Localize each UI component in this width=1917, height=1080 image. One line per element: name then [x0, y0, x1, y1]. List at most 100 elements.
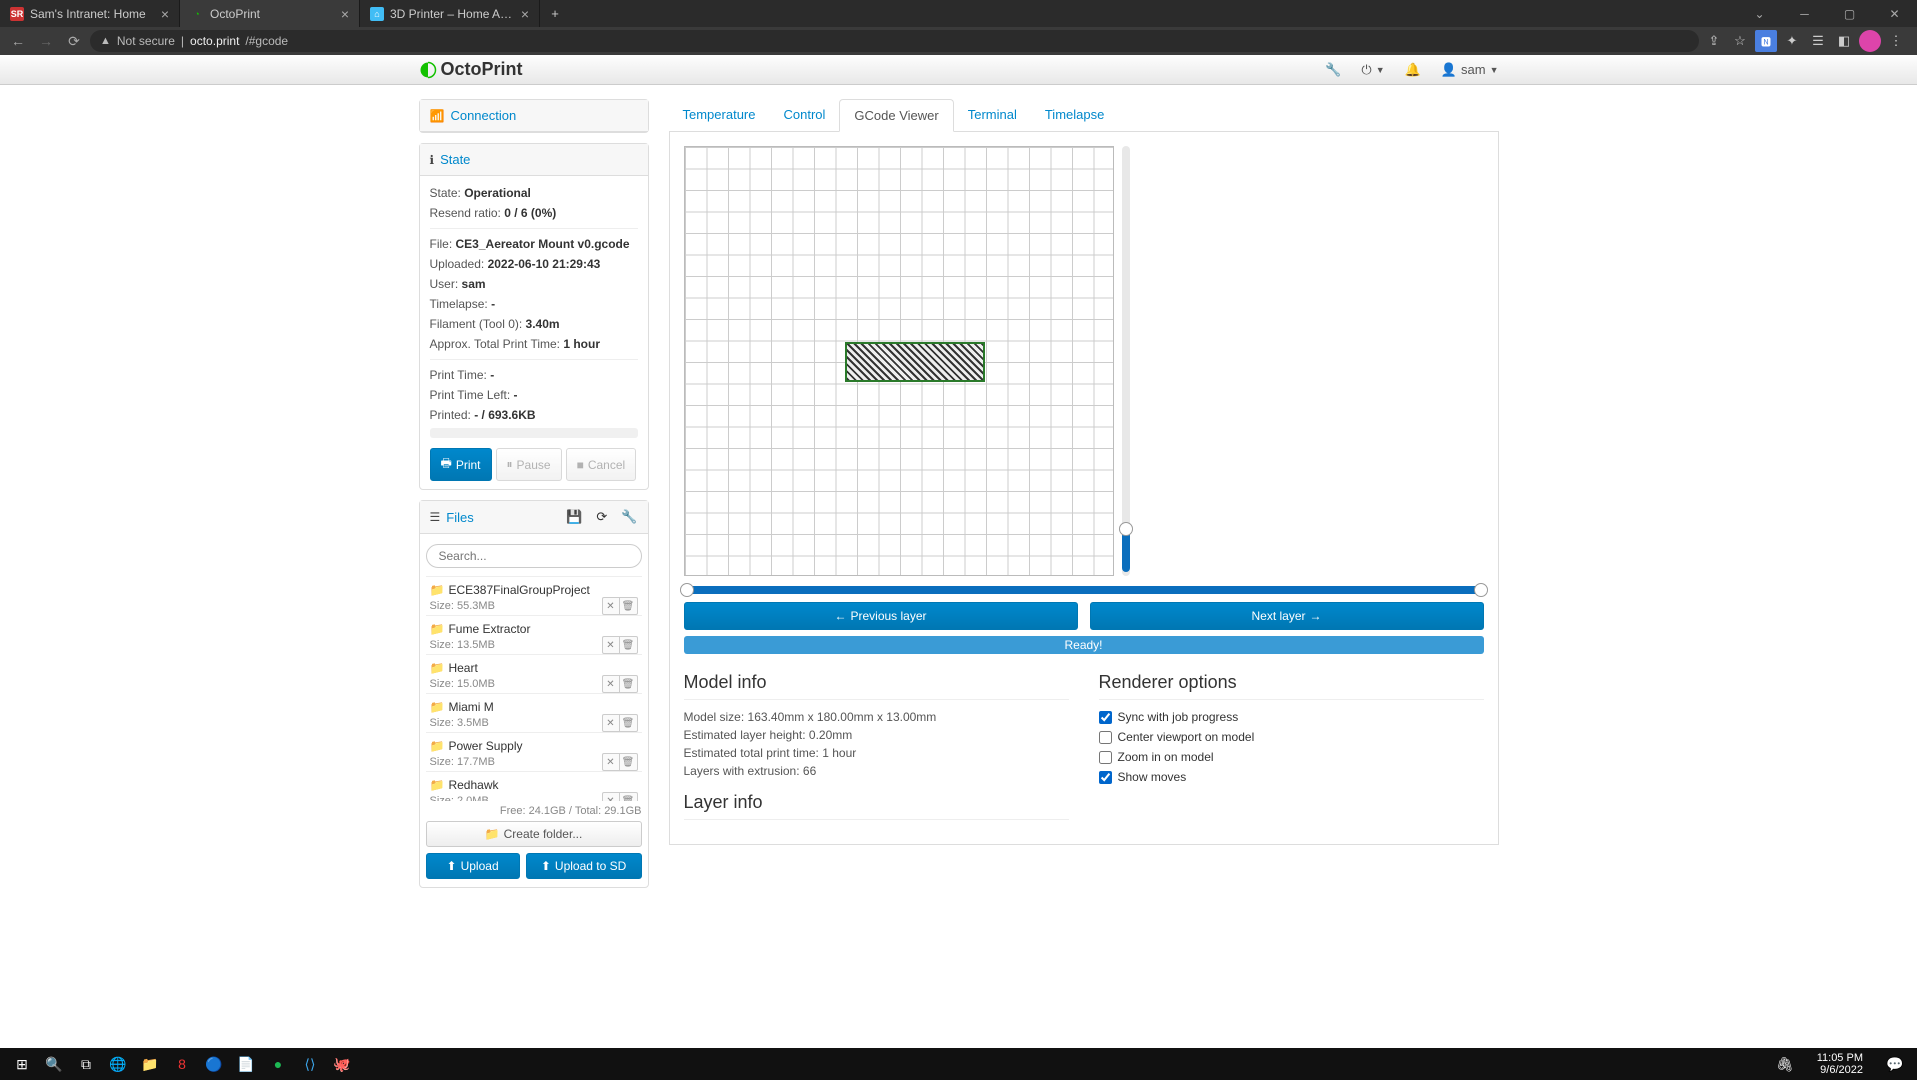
file-remove-icon[interactable]: ✕ — [602, 675, 620, 693]
system-menu[interactable]: ⏻ ▼ — [1361, 62, 1384, 78]
side-panel-icon[interactable]: ◧ — [1833, 30, 1855, 52]
file-delete-icon[interactable]: 🗑 — [620, 753, 638, 771]
reload-button[interactable]: ⟳ — [62, 29, 86, 53]
explorer-icon[interactable]: 📁 — [134, 1048, 166, 1080]
file-item[interactable]: 📁 Miami M Size: 3.5MB✕🗑 — [426, 694, 642, 733]
settings-button[interactable]: 🔧 — [1325, 62, 1341, 78]
file-item[interactable]: 📁 Fume Extractor Size: 13.5MB✕🗑 — [426, 616, 642, 655]
notifications-icon[interactable]: 💬 — [1879, 1048, 1911, 1080]
address-bar[interactable]: ▲ Not secure | octo.print/#gcode — [90, 30, 1699, 52]
center-checkbox[interactable]: Center viewport on model — [1099, 730, 1484, 744]
window-minimize-icon[interactable]: ─ — [1782, 0, 1827, 27]
upload-button[interactable]: ⬆ Upload — [426, 853, 520, 879]
profile-avatar[interactable] — [1859, 30, 1881, 52]
slider-thumb[interactable] — [1474, 583, 1488, 597]
tab-timelapse[interactable]: Timelapse — [1031, 99, 1118, 131]
file-item[interactable]: 📁 ECE387FinalGroupProject Size: 55.3MB✕🗑 — [426, 577, 642, 616]
notifications-button[interactable]: 🔔 — [1405, 62, 1421, 78]
new-tab-button[interactable]: + — [540, 0, 570, 27]
file-delete-icon[interactable]: 🗑 — [620, 675, 638, 693]
chrome-menu-icon[interactable]: ⋮ — [1885, 30, 1907, 52]
tab-temperature[interactable]: Temperature — [669, 99, 770, 131]
github-icon[interactable]: 🐙 — [326, 1048, 358, 1080]
wrench-icon[interactable]: 🔧 — [621, 509, 637, 525]
file-remove-icon[interactable]: ✕ — [602, 792, 620, 801]
upload-sd-button[interactable]: ⬆ Upload to SD — [526, 853, 642, 879]
zoom-checkbox[interactable]: Zoom in on model — [1099, 750, 1484, 764]
reading-list-icon[interactable]: ☰ — [1807, 30, 1829, 52]
gcode-canvas[interactable] — [684, 146, 1114, 576]
app-icon[interactable]: 8 — [166, 1048, 198, 1080]
browser-tab[interactable]: SR Sam's Intranet: Home × — [0, 0, 180, 27]
file-item[interactable]: 📁 Power Supply Size: 17.7MB✕🗑 — [426, 733, 642, 772]
system-clock[interactable]: 11:05 PM 9/6/2022 — [1809, 1052, 1871, 1076]
create-folder-button[interactable]: 📁 Create folder... — [426, 821, 642, 847]
cancel-button[interactable]: ■ Cancel — [566, 448, 637, 481]
checkbox-input[interactable] — [1099, 731, 1112, 744]
close-icon[interactable]: × — [521, 6, 529, 22]
browser-tab[interactable]: ⌂ 3D Printer – Home Assistant × — [360, 0, 540, 27]
gcode-model-preview — [845, 342, 985, 382]
file-size: Size: 2.0MB — [430, 795, 489, 801]
file-remove-icon[interactable]: ✕ — [602, 597, 620, 615]
tab-control[interactable]: Control — [769, 99, 839, 131]
next-layer-button[interactable]: Next layer → — [1090, 602, 1484, 630]
print-button[interactable]: 🖶 Print — [430, 448, 492, 481]
vscode-icon[interactable]: ⟨⟩ — [294, 1048, 326, 1080]
close-icon[interactable]: × — [341, 6, 349, 22]
file-delete-icon[interactable]: 🗑 — [620, 597, 638, 615]
window-close-icon[interactable]: ✕ — [1872, 0, 1917, 27]
edge-icon[interactable]: 🌐 — [102, 1048, 134, 1080]
extension-icon[interactable]: 🅽 — [1755, 30, 1777, 52]
browser-tab[interactable]: ◔ OctoPrint × — [180, 0, 360, 27]
print-icon: 🖶 — [441, 454, 452, 475]
file-delete-icon[interactable]: 🗑 — [620, 792, 638, 801]
user-menu[interactable]: 👤 sam ▼ — [1441, 62, 1499, 78]
checkbox-input[interactable] — [1099, 751, 1112, 764]
file-item[interactable]: 📁 Heart Size: 15.0MB✕🗑 — [426, 655, 642, 694]
tab-terminal[interactable]: Terminal — [954, 99, 1031, 131]
app-brand[interactable]: OctoPrint — [419, 59, 523, 80]
connection-heading[interactable]: 📶 Connection — [420, 100, 648, 132]
layer-horizontal-slider[interactable] — [684, 586, 1484, 594]
checkbox-input[interactable] — [1099, 711, 1112, 724]
back-button[interactable]: ← — [6, 29, 30, 53]
window-maximize-icon[interactable]: ▢ — [1827, 0, 1872, 27]
share-icon[interactable]: ⇪ — [1703, 30, 1725, 52]
file-remove-icon[interactable]: ✕ — [602, 714, 620, 732]
refresh-icon[interactable]: ⟳ — [596, 509, 607, 525]
tab-gcode-viewer[interactable]: GCode Viewer — [839, 99, 953, 132]
file-delete-icon[interactable]: 🗑 — [620, 636, 638, 654]
forward-button[interactable]: → — [34, 29, 58, 53]
window-dropdown-icon[interactable]: ⌄ — [1737, 0, 1782, 27]
extensions-icon[interactable]: ✦ — [1781, 30, 1803, 52]
sd-icon[interactable]: 💾 — [566, 509, 582, 525]
close-icon[interactable]: × — [161, 6, 169, 22]
state-heading[interactable]: ℹ State — [420, 144, 648, 176]
files-list[interactable]: 📁 ECE387FinalGroupProject Size: 55.3MB✕🗑… — [426, 576, 642, 801]
task-view-button[interactable]: ⧉ — [70, 1048, 102, 1080]
checkbox-input[interactable] — [1099, 771, 1112, 784]
slider-thumb[interactable] — [1119, 522, 1133, 536]
previous-layer-button[interactable]: ← Previous layer — [684, 602, 1078, 630]
pause-button[interactable]: ⏸ Pause — [496, 448, 562, 481]
app-icon[interactable]: 📄 — [230, 1048, 262, 1080]
slider-thumb[interactable] — [680, 583, 694, 597]
sync-checkbox[interactable]: Sync with job progress — [1099, 710, 1484, 724]
file-item[interactable]: 📁 Redhawk Size: 2.0MB✕🗑 — [426, 772, 642, 801]
tray-icon[interactable]: 🖇 — [1769, 1048, 1801, 1080]
files-search-input[interactable] — [426, 544, 642, 568]
file-remove-icon[interactable]: ✕ — [602, 636, 620, 654]
file-delete-icon[interactable]: 🗑 — [620, 714, 638, 732]
print-progress-bar — [430, 428, 638, 438]
spotify-icon[interactable]: ● — [262, 1048, 294, 1080]
bookmark-icon[interactable]: ☆ — [1729, 30, 1751, 52]
layer-vertical-slider[interactable] — [1122, 146, 1130, 576]
search-button[interactable]: 🔍 — [38, 1048, 70, 1080]
file-remove-icon[interactable]: ✕ — [602, 753, 620, 771]
start-button[interactable]: ⊞ — [6, 1048, 38, 1080]
moves-checkbox[interactable]: Show moves — [1099, 770, 1484, 784]
pause-icon: ⏸ — [507, 457, 513, 472]
chrome-icon[interactable]: 🔵 — [198, 1048, 230, 1080]
files-heading[interactable]: ☰ Files 💾 ⟳ 🔧 — [420, 501, 648, 534]
